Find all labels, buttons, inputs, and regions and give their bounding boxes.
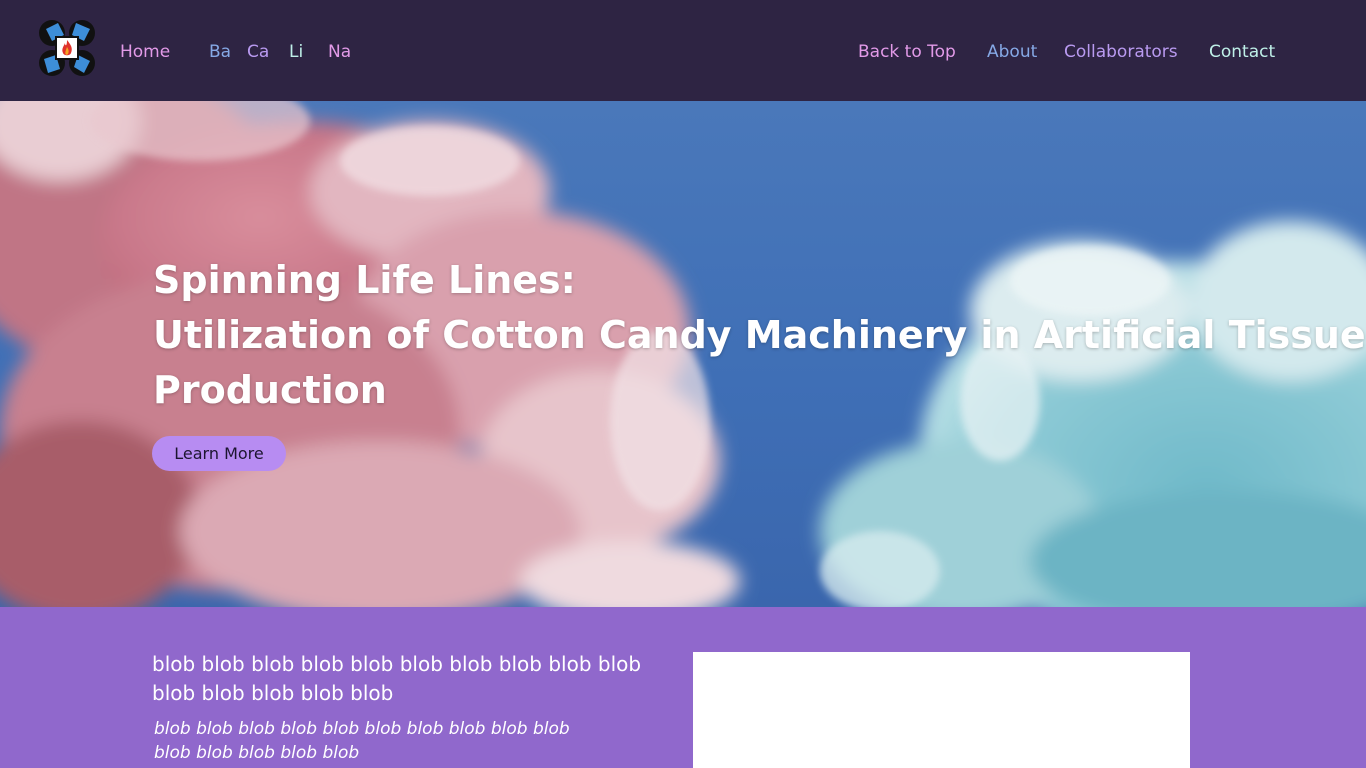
media-placeholder bbox=[693, 652, 1190, 768]
learn-more-button[interactable]: Learn More bbox=[152, 436, 286, 471]
top-nav: Home Ba Ca Li Na Back to Top About Colla… bbox=[0, 0, 1366, 101]
intro-paragraph: blob blob blob blob blob blob blob blob … bbox=[152, 652, 642, 705]
nav-back-to-top-link[interactable]: Back to Top bbox=[858, 41, 956, 63]
molecule-flame-logo-icon[interactable] bbox=[38, 19, 96, 77]
content-section: blob blob blob blob blob blob blob blob … bbox=[0, 607, 1366, 768]
intro-subtext: blob blob blob blob blob blob blob blob … bbox=[154, 719, 570, 763]
nav-about-link[interactable]: About bbox=[987, 41, 1037, 63]
hero-title: Spinning Life Lines: Utilization of Cott… bbox=[153, 253, 1366, 418]
hero-title-line-3: Production bbox=[153, 368, 387, 412]
nav-element-ba-link[interactable]: Ba bbox=[209, 41, 231, 63]
hero-section: Spinning Life Lines: Utilization of Cott… bbox=[0, 101, 1366, 607]
nav-element-li-link[interactable]: Li bbox=[289, 41, 303, 63]
hero-title-line-1: Spinning Life Lines: bbox=[153, 258, 576, 302]
nav-home-link[interactable]: Home bbox=[120, 41, 170, 63]
nav-collaborators-link[interactable]: Collaborators bbox=[1064, 41, 1178, 63]
nav-contact-link[interactable]: Contact bbox=[1209, 41, 1275, 63]
nav-element-ca-link[interactable]: Ca bbox=[247, 41, 269, 63]
hero-title-line-2: Utilization of Cotton Candy Machinery in… bbox=[153, 313, 1366, 357]
nav-element-na-link[interactable]: Na bbox=[328, 41, 351, 63]
